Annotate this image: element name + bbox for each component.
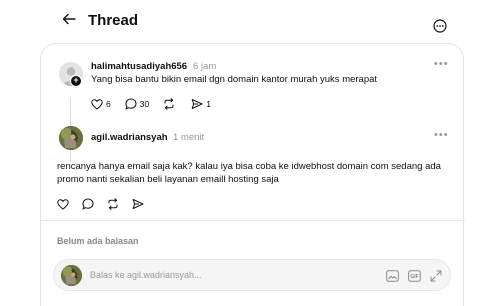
image-icon[interactable] <box>386 269 399 287</box>
comment-count: 30 <box>139 99 150 109</box>
post-username[interactable]: agil.wadriansyah <box>91 132 168 143</box>
post-timestamp: 6 jam <box>193 61 217 72</box>
post-more-icon[interactable]: ••• <box>434 58 449 70</box>
avatar[interactable] <box>59 126 83 150</box>
repost-button[interactable] <box>107 198 119 210</box>
thread-card: + halimahtusadiyah656 6 jam ••• Yang bis… <box>40 43 465 306</box>
gif-icon[interactable]: GIF <box>408 269 421 287</box>
like-button[interactable]: 6 <box>91 98 111 110</box>
more-circle-icon <box>433 19 447 33</box>
post-more-icon[interactable]: ••• <box>434 129 449 141</box>
like-button[interactable] <box>57 198 69 210</box>
post-text: rencanya hanya email saja kak? kalau iya… <box>57 161 441 185</box>
top-bar: Thread <box>0 0 500 44</box>
reply-tools: GIF <box>377 269 442 287</box>
heart-icon <box>57 198 69 210</box>
comment-button[interactable]: 30 <box>125 98 149 110</box>
post-timestamp: 1 menit <box>173 132 205 143</box>
page-title: Thread <box>88 12 139 29</box>
repost-icon <box>164 98 174 110</box>
user-photo-icon <box>61 265 82 286</box>
arrow-left-icon <box>62 13 76 25</box>
repost-icon <box>108 198 118 210</box>
avatar <box>61 265 82 286</box>
like-count: 6 <box>106 99 111 109</box>
post-actions <box>57 196 157 212</box>
share-button[interactable] <box>132 198 144 210</box>
reply-composer[interactable]: GIF <box>53 259 451 291</box>
user-photo-icon <box>59 126 83 150</box>
no-replies-label: Belum ada balasan <box>57 236 139 246</box>
share-button[interactable]: 1 <box>191 98 211 110</box>
comment-icon <box>82 198 94 210</box>
post-username[interactable]: halimahtusadiyah656 <box>91 61 187 72</box>
post-text: Yang bisa bantu bikin email dgn domain k… <box>91 74 378 85</box>
gif-label: GIF <box>410 274 418 280</box>
send-icon <box>132 199 144 209</box>
heart-icon <box>91 98 103 110</box>
expand-icon[interactable] <box>430 269 442 287</box>
post-actions: 6 30 1 <box>91 96 221 112</box>
comment-button[interactable] <box>82 198 94 210</box>
send-icon <box>191 99 203 109</box>
follow-plus-icon[interactable]: + <box>70 75 82 87</box>
repost-button[interactable] <box>163 98 175 110</box>
comment-icon <box>125 98 137 110</box>
reply-input[interactable] <box>90 266 370 284</box>
divider <box>41 220 465 221</box>
share-count: 1 <box>206 99 211 109</box>
back-button[interactable] <box>60 10 78 28</box>
more-options-button[interactable] <box>433 19 449 35</box>
